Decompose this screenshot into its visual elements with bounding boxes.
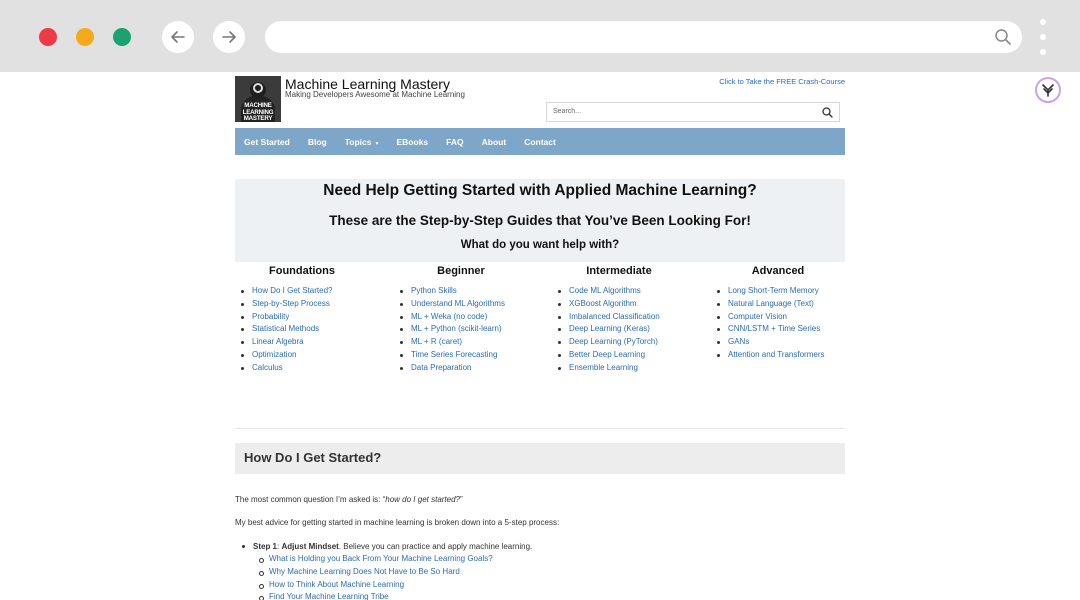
search-icon[interactable] (822, 107, 833, 118)
forward-button[interactable] (213, 21, 245, 53)
column-heading: Intermediate (586, 265, 652, 277)
hero-question: What do you want help with? (460, 239, 620, 251)
nav-about[interactable]: About (482, 137, 507, 147)
crash-course-link[interactable]: Click to Take the FREE Crash-Course (719, 77, 845, 86)
list-item[interactable]: How to Think About Machine Learning (259, 579, 493, 592)
browser-toolbar (0, 0, 1080, 72)
logo-text: MACHINE LEARNING MASTERY (242, 102, 274, 122)
intro-prefix: The most common question I’m asked is: “ (235, 495, 386, 504)
step-1-links: What is Holding you Back From Your Machi… (259, 553, 493, 600)
list-item[interactable]: Deep Learning (Keras) (552, 323, 686, 336)
search-placeholder: Search... (553, 108, 582, 115)
nav-topics[interactable]: Topics ▾ (345, 137, 379, 147)
arrow-left-icon (171, 31, 185, 43)
page-viewport: MACHINE LEARNING MASTERY Machine Learnin… (0, 72, 1080, 600)
advice-paragraph: My best advice for getting started in ma… (235, 518, 560, 527)
list-item[interactable]: ML + Weka (no code) (394, 311, 528, 324)
list-item[interactable]: Time Series Forecasting (394, 349, 528, 362)
list-item[interactable]: Understand ML Algorithms (394, 298, 528, 311)
nav-topics-label: Topics (344, 136, 372, 147)
section-heading-bar: How Do I Get Started? (235, 443, 845, 474)
list-item[interactable]: How Do I Get Started? (235, 285, 369, 298)
arrow-right-icon (222, 31, 236, 43)
list-item[interactable]: ML + Python (scikit-learn) (394, 323, 528, 336)
chevron-down-icon: ▾ (375, 140, 379, 147)
column-heading: Foundations (269, 265, 335, 277)
search-icon[interactable] (994, 28, 1012, 46)
list-item[interactable]: Why Machine Learning Does Not Have to Be… (259, 566, 493, 579)
list-item[interactable]: Linear Algebra (235, 336, 369, 349)
nav-ebooks[interactable]: EBooks (397, 137, 429, 147)
section-divider (235, 428, 845, 429)
list-item[interactable]: Natural Language (Text) (711, 298, 845, 311)
intro-paragraph: The most common question I’m asked is: “… (235, 495, 463, 504)
back-button[interactable] (162, 21, 194, 53)
list-item[interactable]: Imbalanced Classification (552, 311, 686, 324)
list-item[interactable]: Step-by-Step Process (235, 298, 369, 311)
extension-logo-icon (1042, 84, 1054, 97)
hero-title: Need Help Getting Started with Applied M… (323, 182, 757, 199)
list-item[interactable]: Attention and Transformers (711, 349, 845, 362)
column-intermediate: Intermediate Code ML Algorithms XGBoost … (552, 262, 686, 375)
list-item[interactable]: Long Short-Term Memory (711, 285, 845, 298)
hero-banner: Need Help Getting Started with Applied M… (235, 179, 845, 262)
site-search-input[interactable]: Search... (546, 102, 840, 122)
step-1-item: Step 1: Adjust Mindset. Believe you can … (241, 542, 533, 551)
list-item[interactable]: Computer Vision (711, 311, 845, 324)
extension-icon[interactable] (1035, 77, 1061, 103)
intro-quote: how do I get started? (385, 495, 460, 504)
nav-contact[interactable]: Contact (524, 137, 556, 147)
list-item[interactable]: Find Your Machine Learning Tribe (259, 591, 493, 600)
gear-icon (253, 83, 263, 93)
list-item[interactable]: ML + R (caret) (394, 336, 528, 349)
list-item[interactable]: Better Deep Learning (552, 349, 686, 362)
step-text: . Believe you can practice and apply mac… (338, 542, 533, 551)
close-window-button[interactable] (39, 28, 57, 46)
nav-faq[interactable]: FAQ (446, 137, 463, 147)
main-nav: Get Started Blog Topics ▾ EBooks FAQ Abou… (235, 128, 845, 155)
list-item[interactable]: Ensemble Learning (552, 362, 686, 375)
list-item[interactable]: Probability (235, 311, 369, 324)
list-item[interactable]: What is Holding you Back From Your Machi… (259, 553, 493, 566)
step-title: Adjust Mindset (281, 542, 339, 551)
list-item[interactable]: CNN/LSTM + Time Series (711, 323, 845, 336)
column-heading: Advanced (751, 265, 805, 277)
intro-suffix: ” (460, 495, 463, 504)
hero-subtitle: These are the Step-by-Step Guides that Y… (329, 213, 751, 228)
list-item[interactable]: Statistical Methods (235, 323, 369, 336)
list-item[interactable]: Calculus (235, 362, 369, 375)
list-item[interactable]: GANs (711, 336, 845, 349)
minimize-window-button[interactable] (76, 28, 94, 46)
nav-blog[interactable]: Blog (308, 137, 327, 147)
column-beginner: Beginner Python Skills Understand ML Alg… (394, 262, 528, 375)
column-heading: Beginner (437, 265, 485, 277)
step-label: Step 1 (253, 542, 278, 551)
address-bar[interactable] (265, 21, 1022, 53)
list-item[interactable]: XGBoost Algorithm (552, 298, 686, 311)
list-item[interactable]: Code ML Algorithms (552, 285, 686, 298)
nav-get-started[interactable]: Get Started (244, 137, 290, 147)
column-foundations: Foundations How Do I Get Started? Step-b… (235, 262, 369, 375)
list-item[interactable]: Python Skills (394, 285, 528, 298)
list-item[interactable]: Data Preparation (394, 362, 528, 375)
site-logo[interactable]: MACHINE LEARNING MASTERY (235, 76, 281, 122)
column-advanced: Advanced Long Short-Term Memory Natural … (711, 262, 845, 362)
list-item[interactable]: Optimization (235, 349, 369, 362)
section-heading: How Do I Get Started? (244, 450, 382, 465)
more-vertical-icon[interactable] (1039, 19, 1047, 55)
maximize-window-button[interactable] (113, 28, 131, 46)
list-item[interactable]: Deep Learning (PyTorch) (552, 336, 686, 349)
site-tagline: Making Developers Awesome at Machine Lea… (285, 90, 465, 99)
